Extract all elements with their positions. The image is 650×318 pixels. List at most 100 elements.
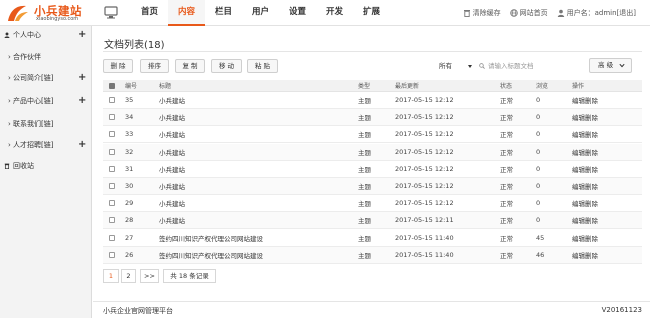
edit-link[interactable]: 编辑 [572,198,585,208]
edit-link[interactable]: 编辑 [572,147,585,157]
table-row: 26 签约四川知识产权代理公司网站建设 主题 2017-05-15 11:40 正常 46… [103,246,642,264]
nav-settings[interactable]: 设置 [279,0,316,26]
nav-user[interactable]: 用户 [242,0,279,26]
nav-develop[interactable]: 开发 [316,0,353,26]
row-checkbox-cell[interactable] [109,109,115,125]
edit-link[interactable]: 编辑 [572,181,585,191]
search-icon [479,63,485,69]
expand-icon[interactable]: + [78,71,86,84]
expand-icon[interactable]: + [78,28,86,41]
col-type[interactable]: 类型 [358,80,370,91]
cell-title[interactable]: 小兵建站 [159,92,185,108]
cell-title[interactable]: 小兵建站 [159,178,185,194]
delete-link[interactable]: 删除 [585,233,598,243]
nav-content[interactable]: 内容 [168,0,205,26]
col-status[interactable]: 状态 [500,80,512,91]
filter-select[interactable]: 所有 [439,59,476,73]
edit-link[interactable]: 编辑 [572,233,585,243]
row-checkbox-cell[interactable] [109,161,115,177]
sidebar-item-jobs[interactable]: › 人才招聘[链] + [0,138,92,152]
move-button[interactable]: 移 动 [211,59,242,73]
site-home-link[interactable]: 网站首页 [509,8,548,18]
sort-button[interactable]: 排序 [140,59,169,73]
row-checkbox[interactable] [109,234,115,241]
edit-link[interactable]: 编辑 [572,250,585,260]
row-checkbox[interactable] [109,217,115,224]
cell-title[interactable]: 小兵建站 [159,161,185,177]
delete-link[interactable]: 删除 [585,181,598,191]
cell-title[interactable]: 小兵建站 [159,212,185,228]
select-all-checkbox[interactable] [109,80,115,91]
delete-link[interactable]: 删除 [585,95,598,105]
edit-link[interactable]: 编辑 [572,112,585,122]
expand-icon[interactable]: + [78,94,86,107]
row-checkbox[interactable] [109,183,115,189]
delete-link[interactable]: 删除 [585,164,598,174]
row-checkbox-cell[interactable] [109,247,115,263]
row-checkbox-cell[interactable] [109,178,115,194]
advanced-button[interactable]: 高 级 [589,58,632,73]
delete-link[interactable]: 删除 [585,147,598,157]
clear-cache-link[interactable]: 清除缓存 [463,8,501,18]
delete-button[interactable]: 删 除 [103,59,133,73]
sidebar-item-products[interactable]: › 产品中心[链] + [0,94,92,108]
sidebar-item-recycle[interactable]: 回收站 [0,159,92,173]
row-checkbox[interactable] [109,200,115,207]
col-actions: 操作 [572,83,585,90]
edit-link[interactable]: 编辑 [572,129,585,139]
search-input[interactable]: 请输入标题文档 [479,59,587,73]
cell-title[interactable]: 签约四川知识产权代理公司网站建设 [159,247,263,263]
col-id[interactable]: 编号 [125,80,137,91]
paste-button[interactable]: 粘 贴 [247,59,278,73]
col-title[interactable]: 标题 [159,80,171,91]
delete-link[interactable]: 删除 [585,129,598,139]
row-checkbox[interactable] [109,131,115,138]
cell-type: 主题 [358,251,371,260]
row-checkbox[interactable] [109,251,115,258]
row-checkbox-cell[interactable] [109,212,115,228]
row-checkbox-cell[interactable] [109,195,115,211]
delete-link[interactable]: 删除 [585,198,598,208]
row-checkbox-cell[interactable] [109,144,115,160]
checkbox[interactable] [109,82,115,89]
logout-link[interactable]: [退出] [617,8,636,18]
cell-type: 主题 [358,183,371,191]
edit-link[interactable]: 编辑 [572,215,585,225]
cell-title[interactable]: 小兵建站 [159,144,185,160]
cell-title[interactable]: 小兵建站 [159,109,185,125]
row-checkbox-cell[interactable] [109,230,115,246]
row-checkbox[interactable] [109,165,115,172]
col-updated[interactable]: 最后更新 [395,80,419,91]
row-checkbox[interactable] [109,148,115,155]
cell-title[interactable]: 小兵建站 [159,195,185,211]
sidebar-item-contact[interactable]: › 联系我们[链] [0,117,92,131]
row-checkbox[interactable] [109,114,115,121]
row-checkbox-cell[interactable] [109,92,115,108]
delete-link[interactable]: 删除 [585,250,598,260]
logo-mark-icon [8,5,28,21]
edit-link[interactable]: 编辑 [572,95,585,105]
row-checkbox-cell[interactable] [109,126,115,142]
sidebar-item-partners[interactable]: › 合作伙伴 [0,50,92,64]
cell-views: 0 [536,199,541,208]
nav-home[interactable]: 首页 [131,0,168,26]
logo[interactable]: 小兵建站 xiaobingyso.com [6,2,98,24]
cell-title[interactable]: 小兵建站 [159,126,185,142]
col-views[interactable]: 浏览 [536,80,548,91]
sidebar-item-company[interactable]: › 公司简介[链] + [0,71,92,85]
row-checkbox[interactable] [109,97,115,103]
copy-button[interactable]: 复 制 [175,59,205,73]
delete-link[interactable]: 删除 [585,215,598,225]
sidebar-item-personal-center[interactable]: 个人中心 + [0,28,92,42]
expand-icon[interactable]: + [78,138,86,151]
cell-actions: 编辑 删除 [572,144,598,160]
page-1[interactable]: 1 [103,269,119,283]
page-2[interactable]: 2 [121,269,136,283]
nav-column[interactable]: 栏目 [205,0,242,26]
edit-link[interactable]: 编辑 [572,164,585,174]
monitor-icon[interactable] [104,6,118,19]
nav-extend[interactable]: 扩展 [353,0,390,26]
delete-link[interactable]: 删除 [585,112,598,122]
next-page-button[interactable]: >> [140,269,159,283]
cell-title[interactable]: 签约四川知识产权代理公司网站建设 [159,230,263,246]
